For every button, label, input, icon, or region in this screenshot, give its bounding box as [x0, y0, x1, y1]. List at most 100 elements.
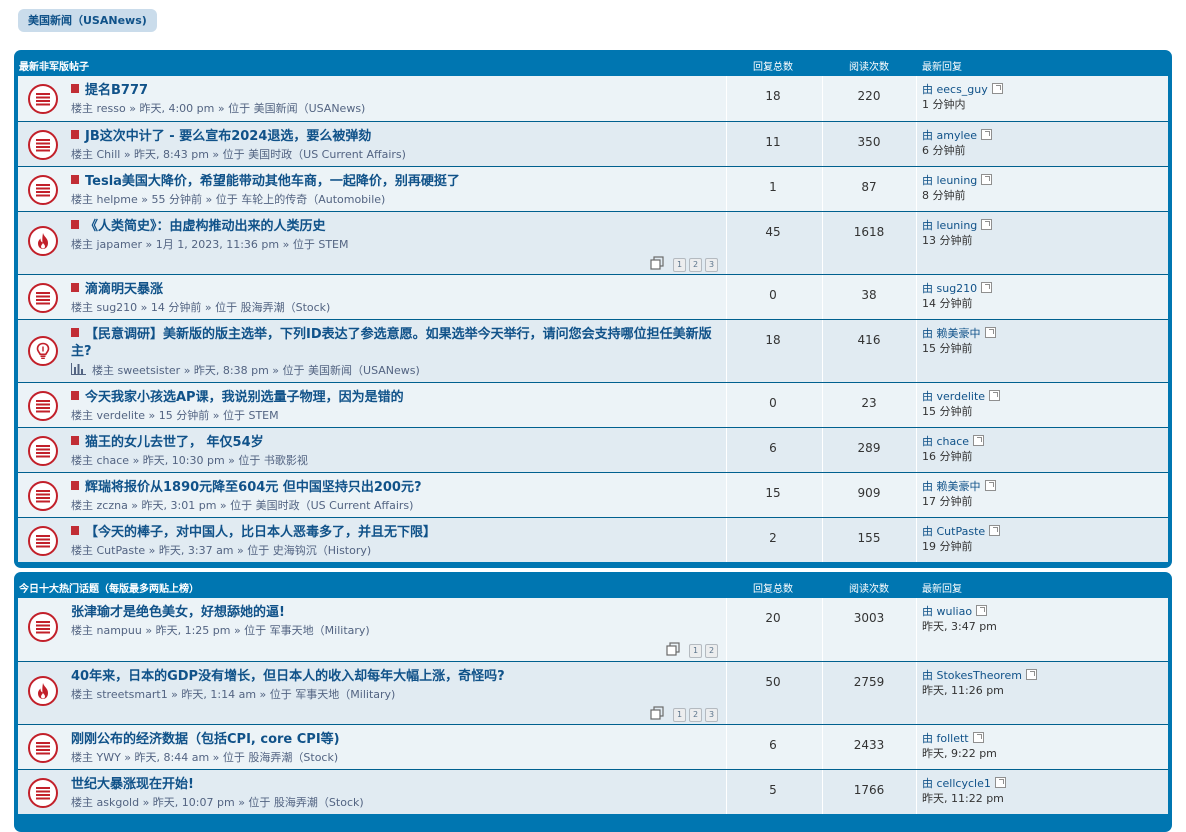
topic-title[interactable]: 40年来，日本的GDP没有增长，但日本人的收入却每年大幅上涨，奇怪吗? [71, 668, 505, 685]
goto-last-post-icon[interactable] [981, 219, 993, 230]
panel-title[interactable]: 今日十大热门话题（每版最多两贴上榜） [19, 580, 199, 595]
new-post-icon[interactable] [71, 84, 79, 93]
topic-title-text[interactable]: 辉瑞将报价从1890元降至604元 但中国坚持只出200元? [85, 480, 422, 495]
goto-last-post-icon[interactable] [973, 435, 985, 446]
byline-text[interactable]: 楼主 askgold » 昨天, 10:07 pm » 位于 股海弄潮（Stoc… [71, 796, 364, 809]
byline-text[interactable]: 楼主 CutPaste » 昨天, 3:37 am » 位于 史海钩沉（Hist… [71, 544, 371, 557]
topic-title-text[interactable]: 刚刚公布的经济数据（包括CPI, core CPI等) [71, 732, 340, 747]
new-post-icon[interactable] [71, 436, 79, 445]
topic-title[interactable]: 【民意调研】美新版的版主选举，下列ID表达了参选意愿。如果选举今天举行，请问您会… [71, 326, 721, 360]
topic-row: 刚刚公布的经济数据（包括CPI, core CPI等) 楼主 YWY » 昨天, … [18, 724, 1168, 769]
last-post-author[interactable]: 由 sug210 [922, 282, 977, 295]
topic-byline: 楼主 Chill » 昨天, 8:43 pm » 位于 美国时政（US Curr… [71, 146, 406, 162]
goto-last-post-icon[interactable] [994, 777, 1006, 788]
topic-title[interactable]: 世纪大暴涨现在开始! [71, 776, 194, 793]
new-post-icon[interactable] [71, 220, 79, 229]
topic-title[interactable]: 《人类简史》：由虚构推动出来的人类历史 [71, 218, 326, 235]
byline-text[interactable]: 楼主 streetsmart1 » 昨天, 1:14 am » 位于 军事天地（… [71, 688, 395, 701]
page-link[interactable]: 2 [689, 257, 702, 272]
topic-title-text[interactable]: 提名B777 [85, 83, 148, 98]
last-post-author[interactable]: 由 cellcycle1 [922, 777, 991, 790]
new-post-icon[interactable] [71, 130, 79, 139]
last-post-author[interactable]: 由 amylee [922, 129, 977, 142]
byline-text[interactable]: 楼主 YWY » 昨天, 8:44 am » 位于 股海弄潮（Stock) [71, 751, 338, 764]
panel-title[interactable]: 最新非军版帖子 [19, 58, 89, 73]
column-replies-header: 回复总数 [753, 584, 793, 595]
page-link[interactable]: 2 [689, 707, 702, 722]
new-post-icon[interactable] [71, 175, 79, 184]
topic-title-text[interactable]: 今天我家小孩选AP课，我说别选量子物理，因为是错的 [85, 390, 404, 405]
byline-text[interactable]: 楼主 chace » 昨天, 10:30 pm » 位于 书歌影视 [71, 454, 308, 467]
last-post-author[interactable]: 由 赖美豪中 [922, 327, 981, 340]
last-post-author[interactable]: 由 StokesTheorem [922, 669, 1022, 682]
topic-title-text[interactable]: 张津瑜才是绝色美女，好想舔她的逼! [71, 605, 285, 620]
byline-text[interactable]: 楼主 nampuu » 昨天, 1:25 pm » 位于 军事天地（Milita… [71, 624, 370, 637]
column-divider [822, 122, 823, 166]
goto-last-post-icon[interactable] [991, 83, 1003, 94]
byline-text[interactable]: 楼主 sweetsister » 昨天, 8:38 pm » 位于 美国新闻（U… [92, 364, 420, 377]
byline-text[interactable]: 楼主 zczna » 昨天, 3:01 pm » 位于 美国时政（US Curr… [71, 499, 413, 512]
last-post-author[interactable]: 由 CutPaste [922, 525, 985, 538]
page-link[interactable]: 1 [673, 257, 686, 272]
last-post-author[interactable]: 由 eecs_guy [922, 83, 988, 96]
byline-text[interactable]: 楼主 resso » 昨天, 4:00 pm » 位于 美国新闻（USANews… [71, 102, 365, 115]
last-post-author[interactable]: 由 chace [922, 435, 969, 448]
goto-last-post-icon[interactable] [972, 732, 984, 743]
goto-last-post-icon[interactable] [976, 605, 988, 616]
goto-last-post-icon[interactable] [984, 480, 996, 491]
last-post-author[interactable]: 由 wuliao [922, 605, 972, 618]
page-link[interactable]: 1 [689, 643, 702, 658]
page-link[interactable]: 2 [705, 643, 718, 658]
last-post-author[interactable]: 由 leuning [922, 174, 977, 187]
last-post-author[interactable]: 由 赖美豪中 [922, 480, 981, 493]
topic-title[interactable]: 辉瑞将报价从1890元降至604元 但中国坚持只出200元? [71, 479, 422, 496]
goto-last-post-icon[interactable] [984, 327, 996, 338]
topic-title[interactable]: 张津瑜才是绝色美女，好想舔她的逼! [71, 604, 285, 621]
topic-title-text[interactable]: 《人类简史》：由虚构推动出来的人类历史 [85, 219, 326, 234]
column-divider [822, 275, 823, 319]
topic-title-text[interactable]: JB这次中计了 - 要么宣布2024退选，要么被弹劾 [85, 129, 371, 144]
topic-title[interactable]: JB这次中计了 - 要么宣布2024退选，要么被弹劾 [71, 128, 371, 145]
panel-header: 最新非军版帖子 回复总数 阅读次数 最新回复 [18, 50, 1168, 76]
byline-text[interactable]: 楼主 helpme » 55 分钟前 » 位于 车轮上的传奇（Automobil… [71, 193, 385, 206]
breadcrumb[interactable]: 美国新闻（USANews) [18, 9, 157, 32]
topic-list: 张津瑜才是绝色美女，好想舔她的逼! 楼主 nampuu » 昨天, 1:25 pm… [18, 598, 1168, 814]
goto-last-post-icon[interactable] [981, 174, 993, 185]
topic-title[interactable]: 刚刚公布的经济数据（包括CPI, core CPI等) [71, 731, 340, 748]
new-post-icon[interactable] [71, 481, 79, 490]
new-post-icon[interactable] [71, 283, 79, 292]
byline-text[interactable]: 楼主 Chill » 昨天, 8:43 pm » 位于 美国时政（US Curr… [71, 148, 406, 161]
last-post-author[interactable]: 由 leuning [922, 219, 977, 232]
topic-title[interactable]: 【今天的棒子，对中国人，比日本人恶毒多了，并且无下限】 [71, 524, 436, 541]
new-post-icon[interactable] [71, 328, 79, 337]
topic-title-text[interactable]: 世纪大暴涨现在开始! [71, 777, 194, 792]
byline-text[interactable]: 楼主 sug210 » 14 分钟前 » 位于 股海弄潮（Stock) [71, 301, 330, 314]
topic-title-text[interactable]: Tesla美国大降价，希望能带动其他车商，一起降价，别再硬挺了 [85, 174, 460, 189]
topic-title[interactable]: 今天我家小孩选AP课，我说别选量子物理，因为是错的 [71, 389, 404, 406]
topic-title[interactable]: 猫王的女儿去世了， 年仅54岁 [71, 434, 264, 451]
byline-text[interactable]: 楼主 japamer » 1月 1, 2023, 11:36 pm » 位于 S… [71, 238, 348, 251]
goto-last-post-icon[interactable] [989, 390, 1001, 401]
goto-last-post-icon[interactable] [981, 282, 993, 293]
topic-title-text[interactable]: 猫王的女儿去世了， 年仅54岁 [85, 435, 264, 450]
new-post-icon[interactable] [71, 526, 79, 535]
goto-last-post-icon[interactable] [1025, 669, 1037, 680]
goto-last-post-icon[interactable] [981, 129, 993, 140]
topic-title[interactable]: 提名B777 [71, 82, 148, 99]
page-link[interactable]: 1 [673, 707, 686, 722]
page-link[interactable]: 3 [705, 257, 718, 272]
topic-title[interactable]: 滴滴明天暴涨 [71, 281, 163, 298]
topic-title-text[interactable]: 【今天的棒子，对中国人，比日本人恶毒多了，并且无下限】 [85, 525, 436, 540]
byline-text[interactable]: 楼主 verdelite » 15 分钟前 » 位于 STEM [71, 409, 279, 422]
topic-title-text[interactable]: 滴滴明天暴涨 [85, 282, 163, 297]
topic-title[interactable]: Tesla美国大降价，希望能带动其他车商，一起降价，别再硬挺了 [71, 173, 460, 190]
page-link[interactable]: 3 [705, 707, 718, 722]
lightbulb-icon [28, 336, 58, 366]
new-post-icon[interactable] [71, 391, 79, 400]
last-post-author[interactable]: 由 verdelite [922, 390, 985, 403]
last-post-author[interactable]: 由 follett [922, 732, 969, 745]
topic-title-text[interactable]: 【民意调研】美新版的版主选举，下列ID表达了参选意愿。如果选举今天举行，请问您会… [71, 327, 712, 359]
topic-title-text[interactable]: 40年来，日本的GDP没有增长，但日本人的收入却每年大幅上涨，奇怪吗? [71, 669, 505, 684]
goto-last-post-icon[interactable] [989, 525, 1001, 536]
topic-list-icon [28, 130, 58, 160]
